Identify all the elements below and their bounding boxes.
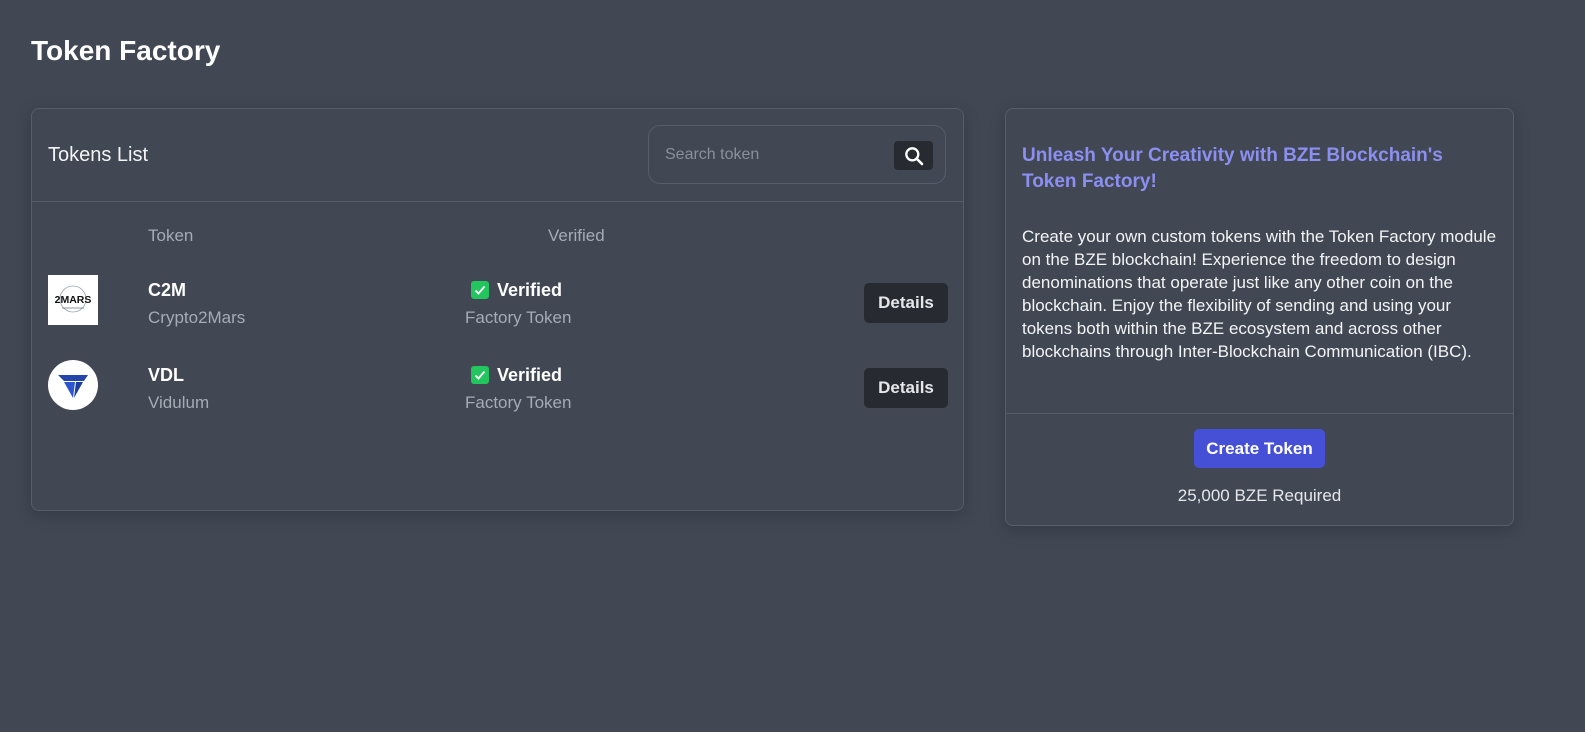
c2m-logo-graphic: 2MARS <box>55 285 92 313</box>
column-header-verified: Verified <box>548 226 605 245</box>
page-title: Token Factory <box>31 35 221 66</box>
token-type: Factory Token <box>465 393 572 412</box>
verified-label: Verified <box>497 365 563 385</box>
search-icon <box>904 146 923 165</box>
column-header-token: Token <box>148 226 194 245</box>
details-button[interactable]: Details <box>864 368 948 408</box>
info-heading: Unleash Your Creativity with BZE Blockch… <box>1022 145 1443 192</box>
svg-text:2MARS: 2MARS <box>55 294 92 306</box>
tokens-list-card: Tokens List Token Verified 2MARS C2M Cry… <box>31 108 964 511</box>
token-type: Factory Token <box>465 308 572 327</box>
vdl-logo <box>48 360 98 410</box>
token-name: Crypto2Mars <box>148 308 246 327</box>
check-icon <box>471 366 489 384</box>
verified-label: Verified <box>497 280 563 300</box>
c2m-logo: 2MARS <box>48 275 98 325</box>
create-token-button[interactable]: Create Token <box>1194 429 1325 468</box>
divider <box>1006 413 1513 414</box>
search-box <box>648 125 946 184</box>
tokens-list-header: Tokens List <box>32 109 963 202</box>
verified-status: Verified <box>471 279 562 301</box>
table-row: VDL Vidulum Verified Factory Token Detai… <box>32 360 963 420</box>
token-name: Vidulum <box>148 393 210 412</box>
token-symbol: VDL <box>148 365 184 385</box>
create-token-card: Unleash Your Creativity with BZE Blockch… <box>1005 108 1514 526</box>
search-input[interactable] <box>663 140 887 170</box>
details-button[interactable]: Details <box>864 283 948 323</box>
search-button[interactable] <box>894 141 933 170</box>
tokens-list-title: Tokens List <box>48 144 149 166</box>
verified-status: Verified <box>471 364 562 386</box>
table-row: 2MARS C2M Crypto2Mars Verified Factory T… <box>32 275 963 335</box>
token-symbol: C2M <box>148 280 187 300</box>
create-token-requirement: 25,000 BZE Required <box>1177 486 1342 505</box>
check-icon <box>471 281 489 299</box>
info-description: Create your own custom tokens with the T… <box>1022 227 1497 361</box>
vdl-logo-graphic <box>58 375 88 398</box>
